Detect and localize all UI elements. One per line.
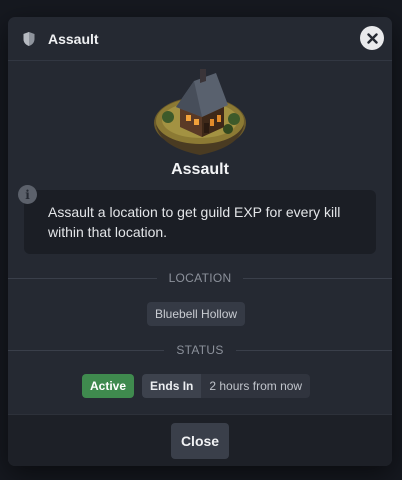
modal-footer: Close [8, 414, 392, 466]
assault-modal: Assault Assault Assault a location to ge… [8, 17, 392, 466]
location-divider: LOCATION [8, 271, 392, 285]
status-row: Active Ends In 2 hours from now [82, 374, 311, 398]
description-box: Assault a location to get guild EXP for … [24, 190, 376, 254]
status-divider: STATUS [8, 343, 392, 357]
location-section-label: LOCATION [168, 271, 232, 285]
modal-title: Assault [48, 30, 99, 47]
close-button[interactable]: Close [170, 422, 230, 459]
location-chip: Bluebell Hollow [147, 302, 246, 326]
modal-header: Assault [8, 17, 392, 61]
shield-icon [22, 31, 36, 47]
description-text: Assault a location to get guild EXP for … [48, 204, 341, 240]
location-title: Assault [171, 161, 229, 178]
location-illustration [8, 67, 392, 159]
status-section-label: STATUS [176, 343, 224, 357]
ends-in-label: Ends In [142, 374, 202, 398]
ends-in-group: Ends In 2 hours from now [142, 374, 311, 398]
status-badge: Active [82, 374, 135, 398]
close-icon[interactable] [360, 26, 384, 50]
info-icon: i [18, 185, 37, 204]
ends-in-value: 2 hours from now [201, 374, 311, 398]
